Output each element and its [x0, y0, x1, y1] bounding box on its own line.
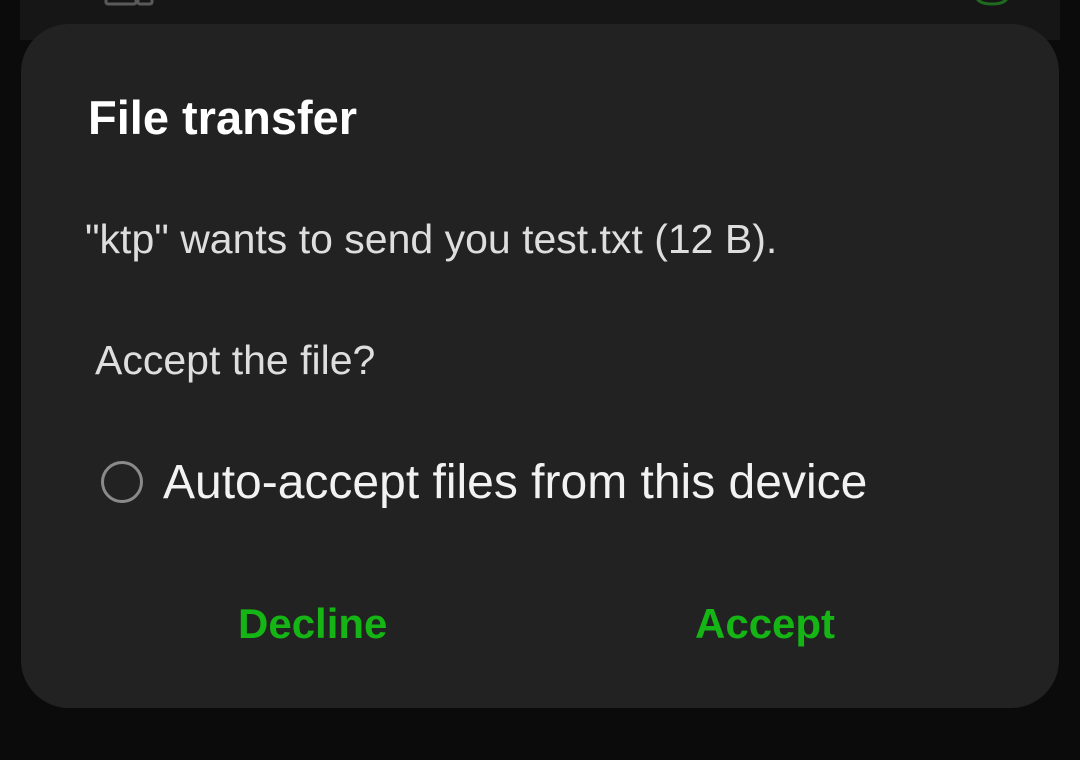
android-icon [970, 0, 1014, 10]
auto-accept-label: Auto-accept files from this device [163, 455, 868, 509]
radio-unchecked-icon[interactable] [101, 461, 143, 503]
desktop-icon [104, 0, 156, 10]
dialog-title: File transfer [88, 91, 358, 144]
dialog-question: Accept the file? [95, 337, 376, 383]
accept-button[interactable]: Accept [695, 594, 835, 654]
auto-accept-option[interactable]: Auto-accept files from this device [101, 452, 867, 512]
dialog-message: "ktp" wants to send you test.txt (12 B). [85, 216, 778, 262]
file-transfer-dialog: File transfer "ktp" wants to send you te… [21, 24, 1059, 708]
decline-button[interactable]: Decline [238, 594, 387, 654]
